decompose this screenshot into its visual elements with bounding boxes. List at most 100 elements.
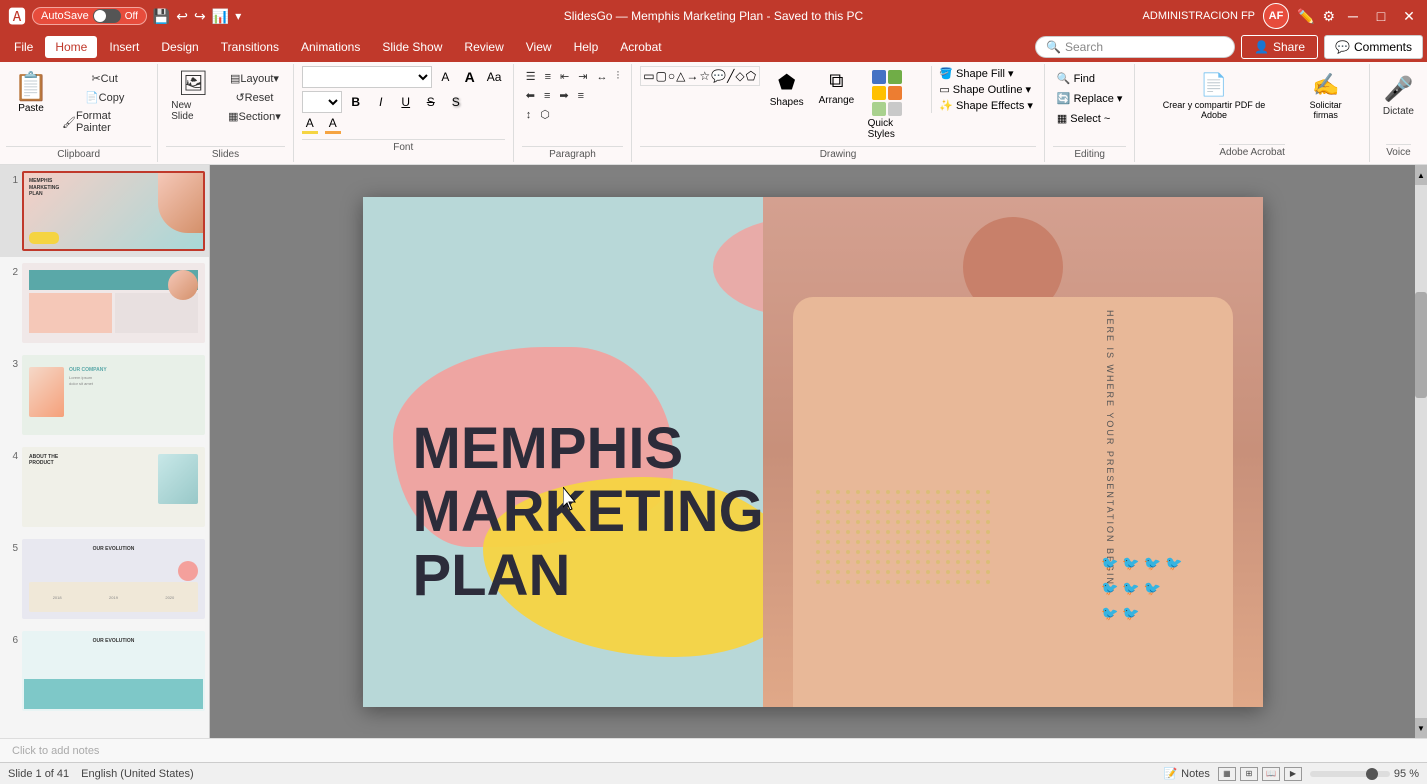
- menu-transitions[interactable]: Transitions: [211, 36, 289, 58]
- format-painter-button[interactable]: 🖌 Format Painter: [58, 108, 151, 136]
- replace-button[interactable]: 🔄 Replace ▾: [1053, 90, 1127, 107]
- slideshow-button[interactable]: ▶: [1284, 767, 1302, 781]
- menu-insert[interactable]: Insert: [99, 36, 149, 58]
- section-button[interactable]: ▦ Section ▾: [224, 108, 285, 125]
- slide-item-3[interactable]: 3 OUR COMPANY Lorem ipsumdolor sit amet: [0, 349, 209, 441]
- line-spacing-button[interactable]: ↕: [522, 107, 536, 123]
- font-size-decrease-button[interactable]: A: [435, 66, 456, 88]
- shape-fill-button[interactable]: 🪣 Shape Fill ▾: [936, 66, 1036, 81]
- clear-formatting-button[interactable]: Aa: [483, 66, 504, 88]
- shadow-button[interactable]: S: [445, 91, 467, 113]
- notes-toggle[interactable]: 📝 Notes: [1163, 767, 1209, 780]
- find-button[interactable]: 🔍 Find: [1053, 70, 1127, 87]
- font-family-select[interactable]: [302, 66, 432, 88]
- copy-button[interactable]: 📄 Copy: [58, 89, 151, 106]
- pen-icon[interactable]: ✏️: [1297, 8, 1314, 25]
- select-button[interactable]: ▦ Select ~: [1053, 110, 1127, 127]
- star-shape[interactable]: ☆: [699, 69, 710, 83]
- dictate-button[interactable]: 🎤 Dictate: [1378, 72, 1419, 120]
- scroll-track[interactable]: [1415, 185, 1427, 718]
- customize-icon[interactable]: ▾: [235, 9, 241, 23]
- menu-home[interactable]: Home: [45, 36, 97, 58]
- notes-area[interactable]: Click to add notes: [0, 738, 1427, 762]
- slide-canvas[interactable]: MEMPHIS MARKETING PLAN HERE IS WHERE YOU…: [363, 197, 1263, 707]
- layout-button[interactable]: ▤ Layout ▾: [224, 70, 285, 87]
- arrow-shape[interactable]: →: [686, 69, 698, 83]
- align-left-button[interactable]: ⬅: [522, 87, 539, 104]
- save-icon[interactable]: 💾: [153, 8, 170, 25]
- zoom-slider-thumb[interactable]: [1366, 768, 1378, 780]
- arrange-button[interactable]: ⧉ Arrange: [813, 66, 859, 110]
- menu-help[interactable]: Help: [564, 36, 609, 58]
- text-direction-button[interactable]: ↔: [592, 69, 611, 85]
- slide-thumb-5[interactable]: OUR EVOLUTION 201820192020: [22, 539, 205, 619]
- solicit-signatures-button[interactable]: ✍ Solicitar firmas: [1291, 68, 1361, 124]
- rounded-rect-shape[interactable]: ▢: [656, 69, 667, 83]
- line-shape[interactable]: ╱: [727, 69, 734, 83]
- slide-sorter-button[interactable]: ⊞: [1240, 767, 1258, 781]
- bullet-list-button[interactable]: ☰: [522, 68, 540, 85]
- smartart-button[interactable]: ⬡: [536, 106, 554, 123]
- slide-thumb-6[interactable]: OUR EVOLUTION: [22, 631, 205, 711]
- circle-shape[interactable]: ○: [668, 69, 675, 83]
- bold-button[interactable]: B: [345, 91, 367, 113]
- numbered-list-button[interactable]: ≡: [541, 69, 555, 85]
- slide-thumb-4[interactable]: ABOUT THEPRODUCT: [22, 447, 205, 527]
- redo-icon[interactable]: ↪: [194, 8, 206, 25]
- shape-effects-chevron[interactable]: ▾: [1027, 99, 1033, 112]
- scroll-down-button[interactable]: ▼: [1415, 718, 1427, 738]
- justify-button[interactable]: ≡: [574, 88, 588, 104]
- diamond-shape[interactable]: ◇: [735, 69, 744, 83]
- menu-animations[interactable]: Animations: [291, 36, 370, 58]
- font-size-select[interactable]: [302, 91, 342, 113]
- menu-review[interactable]: Review: [454, 36, 513, 58]
- scroll-up-button[interactable]: ▲: [1415, 165, 1427, 185]
- vertical-scrollbar[interactable]: ▲ ▼: [1415, 165, 1427, 738]
- slide-item-2[interactable]: 2: [0, 257, 209, 349]
- comments-button[interactable]: 💬 Comments: [1324, 35, 1423, 59]
- menu-slideshow[interactable]: Slide Show: [372, 36, 452, 58]
- rect-shape[interactable]: ▭: [643, 69, 654, 83]
- menu-view[interactable]: View: [516, 36, 562, 58]
- share-button[interactable]: 👤 Share: [1241, 35, 1318, 59]
- search-box[interactable]: 🔍 Search: [1035, 36, 1235, 58]
- slide-item-1[interactable]: 1 MEMPHISMARKETINGPLAN: [0, 165, 209, 257]
- triangle-shape[interactable]: △: [676, 69, 685, 83]
- shape-outline-chevron[interactable]: ▾: [1025, 83, 1031, 96]
- reset-button[interactable]: ↺ Reset: [224, 89, 285, 106]
- slide-item-6[interactable]: 6 OUR EVOLUTION: [0, 625, 209, 717]
- new-slide-button[interactable]: 🖼 New Slide: [166, 66, 220, 125]
- shape-outline-button[interactable]: ▭ Shape Outline ▾: [936, 82, 1036, 97]
- paste-button[interactable]: 📋 Paste: [6, 66, 56, 118]
- cut-button[interactable]: ✂ Cut: [58, 70, 151, 87]
- slide-thumb-3[interactable]: OUR COMPANY Lorem ipsumdolor sit amet: [22, 355, 205, 435]
- shapes-gallery[interactable]: ▭ ▢ ○ △ → ☆ 💬 ╱ ◇ ⬠: [640, 66, 760, 86]
- minimize-button[interactable]: ─: [1343, 6, 1363, 26]
- columns-button[interactable]: ⫶: [612, 68, 623, 85]
- italic-button[interactable]: I: [370, 91, 392, 113]
- zoom-control[interactable]: 95 %: [1310, 768, 1419, 780]
- pentagon-shape[interactable]: ⬠: [746, 69, 756, 83]
- autosave-badge[interactable]: AutoSave Off: [32, 7, 147, 25]
- shapes-button[interactable]: ⬟ Shapes: [764, 66, 809, 112]
- menu-acrobat[interactable]: Acrobat: [610, 36, 671, 58]
- highlight-color-button[interactable]: A: [325, 116, 341, 134]
- notes-placeholder[interactable]: Click to add notes: [12, 745, 99, 757]
- slide-item-4[interactable]: 4 ABOUT THEPRODUCT: [0, 441, 209, 533]
- shape-effects-button[interactable]: ✨ Shape Effects ▾: [936, 98, 1036, 113]
- shape-fill-chevron[interactable]: ▾: [1008, 67, 1014, 80]
- slide-thumb-1[interactable]: MEMPHISMARKETINGPLAN: [22, 171, 205, 251]
- align-right-button[interactable]: ➡: [555, 87, 572, 104]
- reading-view-button[interactable]: 📖: [1262, 767, 1280, 781]
- create-pdf-button[interactable]: 📄 Crear y compartir PDF de Adobe: [1143, 68, 1284, 124]
- normal-view-button[interactable]: ▦: [1218, 767, 1236, 781]
- undo-icon[interactable]: ↩: [176, 8, 188, 25]
- callout-shape[interactable]: 💬: [711, 69, 726, 83]
- slide-panel[interactable]: 1 MEMPHISMARKETINGPLAN 2 3: [0, 165, 210, 738]
- menu-file[interactable]: File: [4, 36, 43, 58]
- slide-item-5[interactable]: 5 OUR EVOLUTION 201820192020: [0, 533, 209, 625]
- underline-button[interactable]: U: [395, 91, 417, 113]
- present-icon[interactable]: 📊: [212, 8, 229, 25]
- text-color-button[interactable]: A: [302, 116, 318, 134]
- indent-increase-button[interactable]: ⇥: [574, 68, 591, 85]
